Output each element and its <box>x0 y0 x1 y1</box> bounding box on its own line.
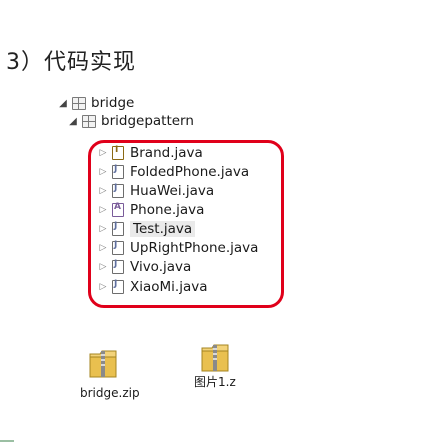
file-label: XiaoMi.java <box>130 279 208 295</box>
collapse-arrow-icon[interactable]: ▷ <box>98 262 108 272</box>
tree-item-bridge[interactable]: ◢ bridge <box>58 94 134 112</box>
tree-file-huawei[interactable]: ▷ HuaWei.java <box>98 182 215 200</box>
java-class-icon <box>112 183 124 198</box>
expand-arrow-icon[interactable]: ◢ <box>68 116 78 127</box>
collapse-arrow-icon[interactable]: ▷ <box>98 167 108 177</box>
collapse-arrow-icon[interactable]: ▷ <box>98 186 108 196</box>
folder-zip-icon[interactable] <box>200 340 230 374</box>
collapse-arrow-icon[interactable]: ▷ <box>98 282 108 292</box>
java-class-icon <box>112 164 124 179</box>
tree-file-xiaomi[interactable]: ▷ XiaoMi.java <box>98 278 208 296</box>
file-label: Vivo.java <box>130 259 192 275</box>
file-label: UpRightPhone.java <box>130 240 259 256</box>
tree-item-label: bridge <box>91 95 135 111</box>
package-icon <box>72 96 86 110</box>
zip-file-label[interactable]: bridge.zip <box>80 386 140 400</box>
corner-divider <box>0 440 14 442</box>
tree-item-bridgepattern[interactable]: ◢ bridgepattern <box>68 112 194 130</box>
collapse-arrow-icon[interactable]: ▷ <box>98 205 108 215</box>
collapse-arrow-icon[interactable]: ▷ <box>98 243 108 253</box>
zip-archive-icon[interactable] <box>88 346 118 380</box>
tree-item-label: bridgepattern <box>101 113 194 129</box>
file-label: Brand.java <box>130 145 203 161</box>
java-class-icon <box>112 279 124 294</box>
file-label: Test.java <box>130 221 196 237</box>
tree-file-foldedphone[interactable]: ▷ FoldedPhone.java <box>98 163 250 181</box>
tree-file-uprightphone[interactable]: ▷ UpRightPhone.java <box>98 239 259 257</box>
file-label: HuaWei.java <box>130 183 215 199</box>
file-label: FoldedPhone.java <box>130 164 250 180</box>
collapse-arrow-icon[interactable]: ▷ <box>98 224 108 234</box>
tree-file-phone[interactable]: ▷ Phone.java <box>98 201 205 219</box>
java-class-icon <box>112 240 124 255</box>
package-icon <box>82 114 96 128</box>
expand-arrow-icon[interactable]: ◢ <box>58 98 68 109</box>
folder-file-label[interactable]: 图片1.z <box>194 373 236 390</box>
section-heading: 3）代码实现 <box>6 50 136 75</box>
collapse-arrow-icon[interactable]: ▷ <box>98 148 108 158</box>
java-abstract-class-icon <box>112 202 124 217</box>
file-label: Phone.java <box>130 202 205 218</box>
tree-file-vivo[interactable]: ▷ Vivo.java <box>98 258 192 276</box>
java-class-icon <box>112 259 124 274</box>
java-interface-icon <box>112 145 124 160</box>
tree-file-test[interactable]: ▷ Test.java <box>98 220 196 238</box>
java-class-icon <box>112 221 124 236</box>
tree-file-brand[interactable]: ▷ Brand.java <box>98 144 203 162</box>
